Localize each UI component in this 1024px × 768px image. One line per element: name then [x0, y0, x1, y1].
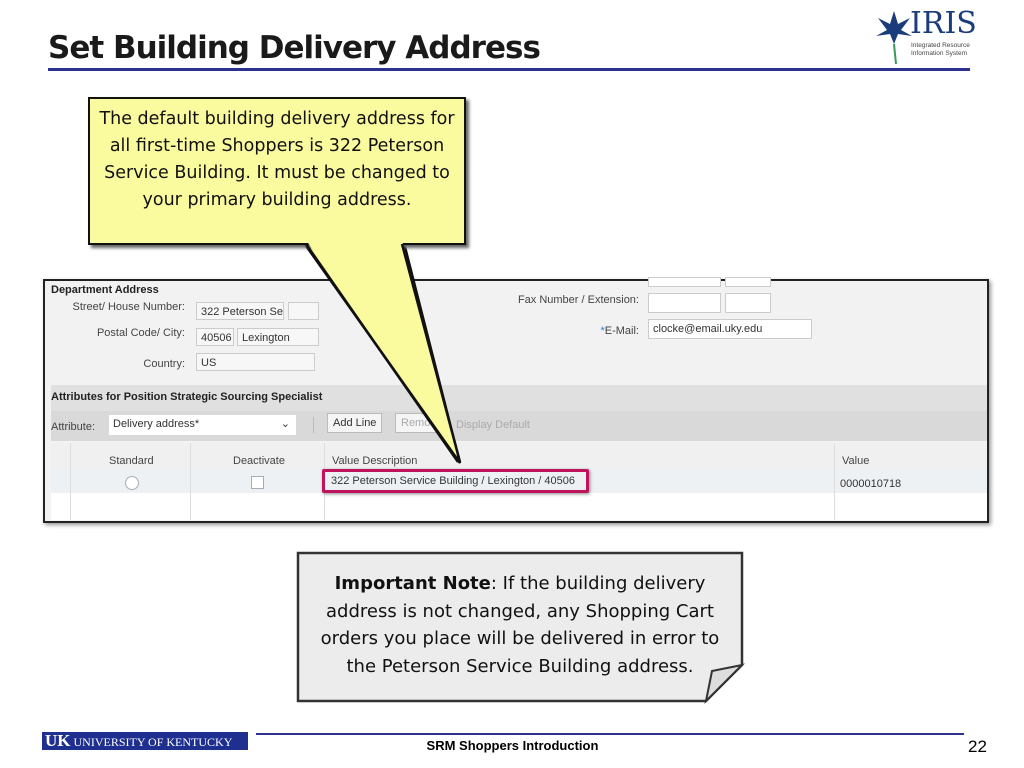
uk-mark: UK [45, 731, 71, 750]
footer-title: SRM Shoppers Introduction [426, 738, 599, 753]
important-note: Important Note: If the building delivery… [298, 553, 742, 701]
note-heading: Important Note [334, 573, 491, 594]
uk-wordmark: UNIVERSITY OF KENTUCKY [73, 735, 233, 749]
footer-rule [256, 733, 964, 735]
page-number: 22 [968, 737, 987, 756]
university-of-kentucky-logo: UK UNIVERSITY OF KENTUCKY [42, 732, 248, 750]
